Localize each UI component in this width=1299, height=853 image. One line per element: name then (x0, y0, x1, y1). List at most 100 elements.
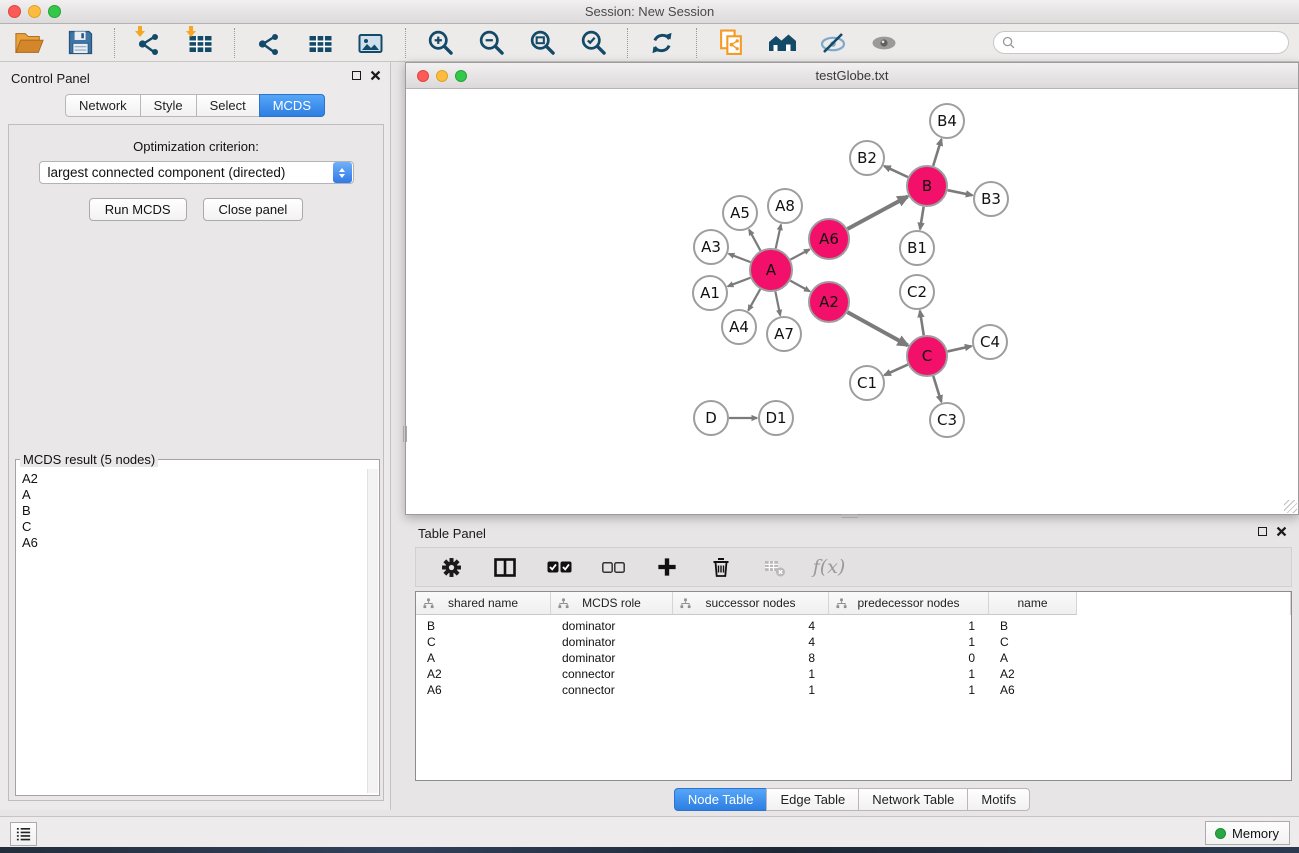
table-cell[interactable]: connector (551, 666, 673, 682)
network-canvas[interactable]: B4B2BB3A8A5A6A3B1AC2A1A2A4A7C4CC1C3DD1 (406, 89, 1298, 514)
close-panel-button[interactable]: Close panel (203, 198, 304, 221)
zoom-out-button[interactable] (474, 27, 508, 59)
show-all-button[interactable] (765, 27, 799, 59)
tab-network[interactable]: Network (65, 94, 141, 117)
show-hidden-button[interactable] (867, 27, 901, 59)
table-cell[interactable]: 1 (673, 666, 829, 682)
zoom-selected-button[interactable] (576, 27, 610, 59)
task-history-button[interactable] (10, 822, 37, 846)
search-input[interactable] (1015, 35, 1288, 50)
column-header[interactable]: MCDS role (551, 592, 673, 615)
graph-edge-A-A6[interactable] (790, 249, 809, 259)
tab-select[interactable]: Select (196, 94, 260, 117)
table-cell[interactable]: dominator (551, 634, 673, 650)
result-item[interactable]: A6 (18, 535, 366, 551)
select-all-columns-button[interactable] (545, 553, 573, 581)
zoom-fit-button[interactable] (525, 27, 559, 59)
graph-edge-B-B4[interactable] (933, 139, 941, 166)
column-header[interactable]: shared name (416, 592, 551, 615)
graph-edge-C-C2[interactable] (920, 311, 924, 335)
splitter-handle-vertical[interactable] (403, 426, 408, 442)
toggle-column-view-button[interactable] (491, 553, 519, 581)
hide-selected-button[interactable] (816, 27, 850, 59)
table-cell[interactable]: connector (551, 682, 673, 698)
graph-edge-B-B3[interactable] (948, 190, 973, 195)
graph-edge-C-C3[interactable] (933, 376, 941, 402)
result-item[interactable]: A (18, 487, 366, 503)
float-panel-icon[interactable] (1258, 527, 1267, 536)
table-row[interactable]: Adominator80A (416, 650, 1291, 666)
table-cell[interactable]: A6 (989, 682, 1077, 698)
graph-edge-A-A3[interactable] (729, 254, 751, 262)
tab-edge-table[interactable]: Edge Table (766, 788, 859, 811)
graph-edge-B-B2[interactable] (884, 166, 908, 177)
graph-edge-A2-C[interactable] (847, 312, 907, 345)
tab-network-table[interactable]: Network Table (858, 788, 968, 811)
close-panel-icon[interactable] (370, 70, 381, 81)
refresh-view-button[interactable] (645, 27, 679, 59)
close-panel-icon[interactable] (1276, 526, 1287, 537)
table-cell[interactable]: 4 (673, 618, 829, 634)
zoom-in-button[interactable] (423, 27, 457, 59)
table-cell[interactable]: 1 (829, 634, 989, 650)
table-cell[interactable]: 8 (673, 650, 829, 666)
table-cell[interactable]: A2 (416, 666, 551, 682)
table-cell[interactable]: 0 (829, 650, 989, 666)
tab-style[interactable]: Style (140, 94, 197, 117)
graph-edge-A-A8[interactable] (776, 225, 781, 249)
table-cell[interactable]: A2 (989, 666, 1077, 682)
graph-edge-A-A5[interactable] (749, 230, 760, 251)
table-row[interactable]: A6connector11A6 (416, 682, 1291, 698)
table-cell[interactable]: 1 (829, 682, 989, 698)
result-item[interactable]: B (18, 503, 366, 519)
export-image-button[interactable] (354, 27, 388, 59)
unselect-all-columns-button[interactable] (599, 553, 627, 581)
table-cell[interactable]: 1 (829, 618, 989, 634)
network-graph[interactable]: B4B2BB3A8A5A6A3B1AC2A1A2A4A7C4CC1C3DD1 (406, 89, 1298, 514)
tab-node-table[interactable]: Node Table (674, 788, 768, 811)
table-cell[interactable]: C (989, 634, 1077, 650)
delete-columns-button[interactable] (707, 553, 735, 581)
delete-table-button[interactable] (761, 553, 789, 581)
graph-edge-A6-B[interactable] (847, 196, 907, 229)
graph-edge-A-A7[interactable] (775, 292, 780, 316)
table-cell[interactable]: 1 (829, 666, 989, 682)
table-cell[interactable]: 4 (673, 634, 829, 650)
graph-edge-C-C1[interactable] (884, 365, 908, 376)
function-builder-button[interactable]: f(x) (815, 553, 843, 581)
table-cell[interactable]: 1 (673, 682, 829, 698)
table-cell[interactable]: B (989, 618, 1077, 634)
table-cell[interactable]: dominator (551, 618, 673, 634)
float-panel-icon[interactable] (352, 71, 361, 80)
result-scrollbar[interactable] (367, 469, 378, 793)
criterion-dropdown[interactable]: largest connected component (directed) (39, 161, 354, 184)
resize-grip-icon[interactable] (1284, 500, 1297, 513)
table-cell[interactable]: A (989, 650, 1077, 666)
tab-mcds[interactable]: MCDS (259, 94, 325, 117)
column-header[interactable]: successor nodes (673, 592, 829, 615)
table-settings-button[interactable] (437, 553, 465, 581)
tab-motifs[interactable]: Motifs (967, 788, 1030, 811)
table-cell[interactable]: A (416, 650, 551, 666)
result-item[interactable]: C (18, 519, 366, 535)
table-row[interactable]: Cdominator41C (416, 634, 1291, 650)
create-column-button[interactable] (653, 553, 681, 581)
graph-edge-A-A2[interactable] (790, 281, 809, 292)
column-header[interactable]: name (989, 592, 1077, 615)
table-row[interactable]: A2connector11A2 (416, 666, 1291, 682)
graph-edge-B-B1[interactable] (920, 207, 924, 230)
memory-button[interactable]: Memory (1205, 821, 1290, 845)
run-mcds-button[interactable]: Run MCDS (89, 198, 187, 221)
table-cell[interactable]: B (416, 618, 551, 634)
graph-edge-A-A4[interactable] (748, 289, 760, 310)
result-item[interactable]: A2 (18, 471, 366, 487)
zoom-out-icon (478, 29, 505, 56)
graph-edge-C-C4[interactable] (947, 346, 971, 351)
column-header[interactable]: predecessor nodes (829, 592, 989, 615)
table-row[interactable]: Bdominator41B (416, 618, 1291, 634)
first-neighbors-button[interactable] (714, 27, 748, 59)
table-cell[interactable]: A6 (416, 682, 551, 698)
graph-edge-A-A1[interactable] (728, 278, 751, 287)
table-cell[interactable]: dominator (551, 650, 673, 666)
table-cell[interactable]: C (416, 634, 551, 650)
